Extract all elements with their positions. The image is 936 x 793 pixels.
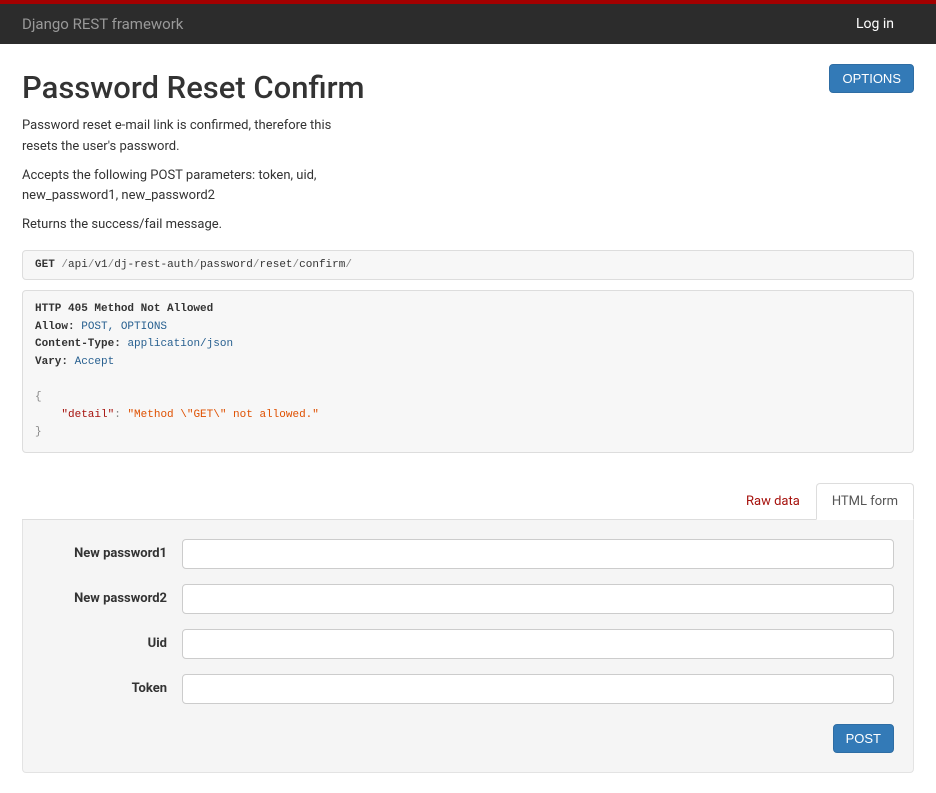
json-close: } bbox=[35, 426, 42, 438]
tab-html-form-link[interactable]: HTML form bbox=[816, 483, 914, 520]
page-header-row: Password Reset Confirm OPTIONS bbox=[22, 64, 914, 106]
new-password1-label: New password1 bbox=[42, 546, 182, 561]
content-type-header-key: Content-Type: bbox=[35, 338, 121, 350]
description-line-1: Password reset e-mail link is confirmed,… bbox=[22, 116, 342, 158]
post-button[interactable]: POST bbox=[833, 724, 894, 753]
uid-label: Uid bbox=[42, 636, 182, 651]
form-group-new-password2: New password2 bbox=[42, 584, 894, 614]
page-header: Password Reset Confirm bbox=[22, 64, 365, 106]
new-password1-input[interactable] bbox=[182, 539, 894, 569]
navbar-brand[interactable]: Django REST framework bbox=[22, 15, 183, 33]
main-container: Password Reset Confirm OPTIONS Password … bbox=[0, 44, 936, 793]
form-tabs-container: Raw data HTML form New password1 New pas… bbox=[22, 483, 914, 773]
tab-html-form: HTML form bbox=[816, 483, 914, 520]
token-label: Token bbox=[42, 681, 182, 696]
content-type-header-val: application/json bbox=[127, 338, 233, 350]
navbar: Django REST framework Log in bbox=[0, 4, 936, 44]
json-open: { bbox=[35, 391, 42, 403]
page-title: Password Reset Confirm bbox=[22, 69, 365, 106]
tab-raw-data: Raw data bbox=[730, 483, 816, 520]
description-line-3: Returns the success/fail message. bbox=[22, 215, 342, 236]
form-group-token: Token bbox=[42, 674, 894, 704]
vary-header-key: Vary: bbox=[35, 356, 68, 368]
json-body-val: "Method \"GET\" not allowed." bbox=[127, 409, 318, 421]
form-group-uid: Uid bbox=[42, 629, 894, 659]
login-link[interactable]: Log in bbox=[856, 16, 914, 32]
allow-header-key: Allow: bbox=[35, 321, 75, 333]
form-actions: POST bbox=[42, 724, 894, 753]
tab-content: New password1 New password2 Uid bbox=[22, 520, 914, 773]
vary-header-val: Accept bbox=[75, 356, 115, 368]
response-status: HTTP 405 Method Not Allowed bbox=[35, 303, 213, 315]
new-password2-input[interactable] bbox=[182, 584, 894, 614]
allow-header-val: POST, OPTIONS bbox=[81, 321, 167, 333]
json-body-key: "detail" bbox=[61, 409, 114, 421]
options-button[interactable]: OPTIONS bbox=[829, 64, 914, 93]
token-input[interactable] bbox=[182, 674, 894, 704]
tab-raw-data-link[interactable]: Raw data bbox=[730, 483, 816, 520]
new-password2-label: New password2 bbox=[42, 591, 182, 606]
request-line: GET /api/v1/dj-rest-auth/password/reset/… bbox=[35, 259, 352, 271]
uid-input[interactable] bbox=[182, 629, 894, 659]
tabs-nav: Raw data HTML form bbox=[22, 483, 914, 520]
response-info: HTTP 405 Method Not Allowed Allow: POST,… bbox=[22, 290, 914, 453]
description-line-2: Accepts the following POST parameters: t… bbox=[22, 166, 342, 208]
form-well: New password1 New password2 Uid bbox=[22, 520, 914, 773]
description: Password reset e-mail link is confirmed,… bbox=[22, 116, 342, 236]
request-info: GET /api/v1/dj-rest-auth/password/reset/… bbox=[22, 250, 914, 280]
post-form: New password1 New password2 Uid bbox=[42, 539, 894, 753]
form-group-new-password1: New password1 bbox=[42, 539, 894, 569]
